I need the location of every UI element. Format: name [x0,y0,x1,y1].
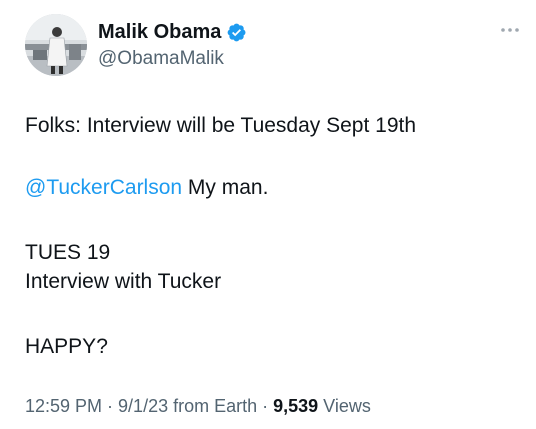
tweet-line-5: HAPPY? [25,335,108,358]
tweet-meta: 12:59 PM · 9/1/23 from Earth · 9,539 Vie… [25,394,371,418]
separator: · [102,396,119,416]
tweet-card: Malik Obama @ObamaMalik Folks: Interview… [0,0,536,429]
avatar-image [25,14,87,76]
tweet-line-1: Folks: Interview will be Tuesday Sept 19… [25,114,417,137]
tweet-line-2-text: My man. [182,176,269,199]
avatar[interactable] [25,14,87,76]
tweet-source: from Earth [168,396,258,416]
tweet-line-3: TUES 19 [25,241,111,264]
tweet-time[interactable]: 12:59 PM [25,396,102,416]
author-handle[interactable]: @ObamaMalik [98,47,224,71]
views-count: 9,539 [273,396,319,416]
views-label: Views [318,396,371,416]
verified-badge-icon [228,23,246,41]
author-name-row: Malik Obama [98,19,247,45]
mention-link[interactable]: @TuckerCarlson [25,176,182,199]
tweet-line-2: @TuckerCarlson My man. [25,174,268,202]
tweet-date[interactable]: 9/1/23 [118,396,168,416]
author-display-name[interactable]: Malik Obama [98,19,221,45]
tweet-line-4: Interview with Tucker [25,270,222,293]
separator: · [257,396,274,416]
more-horizontal-icon[interactable] [498,24,522,36]
